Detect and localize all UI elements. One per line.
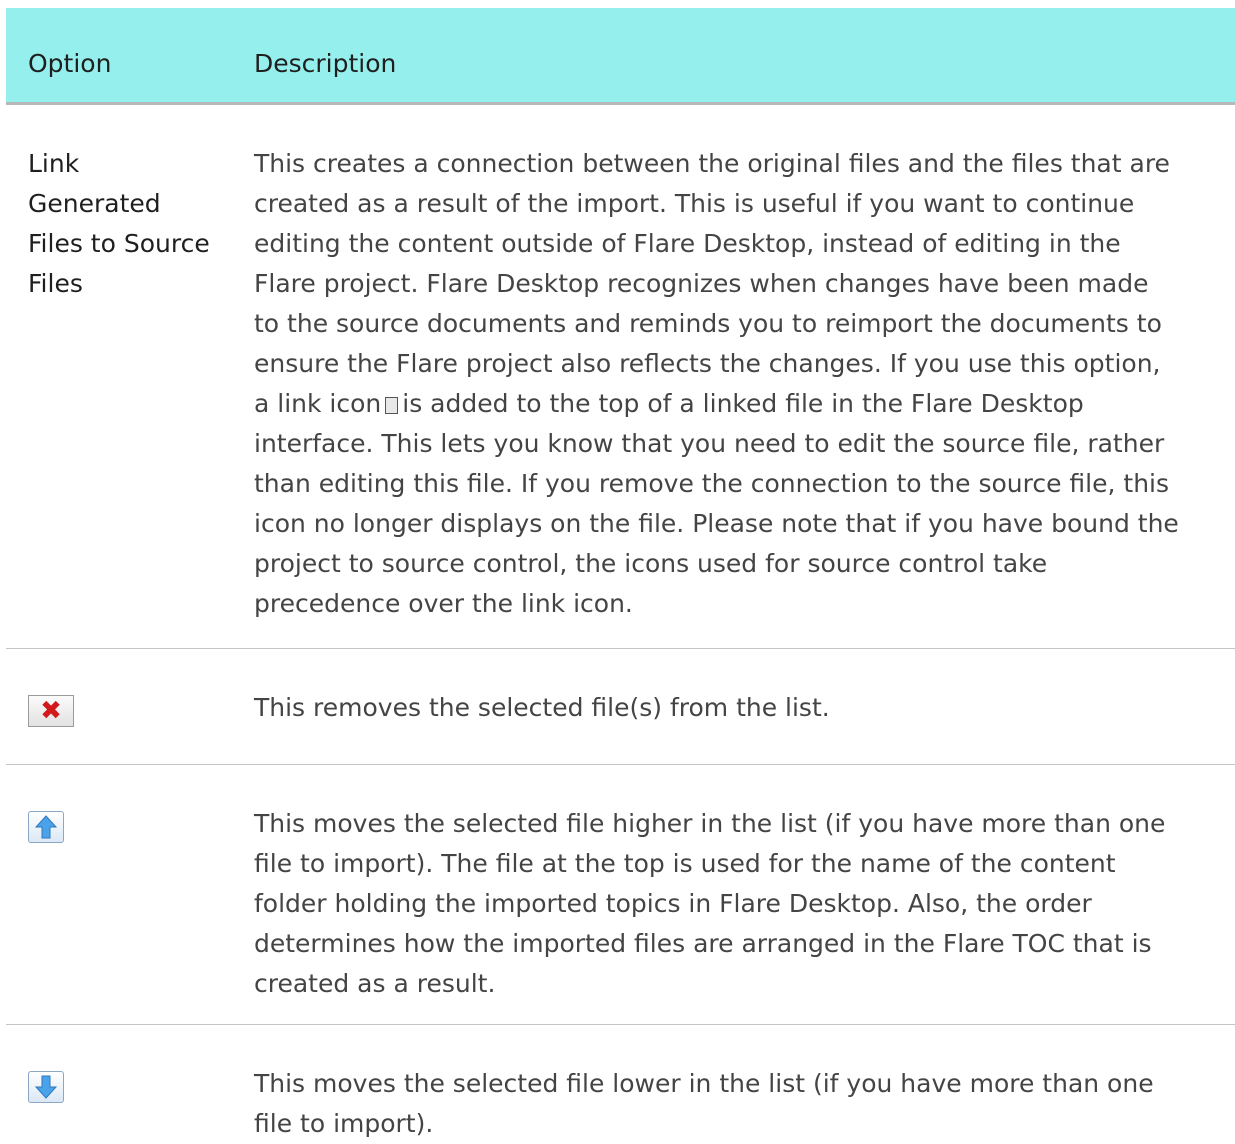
description-line: created as a result of the import. This … [254, 189, 1135, 218]
link-prefix: a link icon [254, 389, 382, 418]
link-suffix: is added to the top of a linked file in … [402, 389, 1084, 418]
description-line: to the source documents and reminds you … [254, 309, 1162, 338]
description-line: folder holding the imported topics in Fl… [254, 889, 1092, 918]
description-line: icon no longer displays on the file. Ple… [254, 509, 1179, 538]
description-line: file to import). The file at the top is … [254, 849, 1116, 878]
move-up-button[interactable] [28, 811, 64, 843]
description-line: project to source control, the icons use… [254, 549, 1048, 578]
table-row: ✖ This removes the selected file(s) from… [6, 649, 1235, 765]
link-icon [385, 397, 399, 414]
table-row: This moves the selected file higher in t… [6, 765, 1235, 1025]
option-label: Link Generated Files to Source Files [28, 149, 210, 298]
description-line: This moves the selected file higher in t… [254, 809, 1166, 838]
move-down-button[interactable] [28, 1071, 64, 1103]
header-option: Option [28, 49, 112, 78]
description-line: editing the content outside of Flare Des… [254, 229, 1121, 258]
description-line: Flare project. Flare Desktop recognizes … [254, 269, 1149, 298]
description-cell: This moves the selected file higher in t… [254, 804, 1229, 1004]
description-line: created as a result. [254, 969, 496, 998]
table-row: This moves the selected file lower in th… [6, 1025, 1235, 1139]
description-line: This creates a connection between the or… [254, 149, 1170, 178]
description-line: a link icon is added to the top of a link… [254, 384, 1229, 424]
description-cell: This moves the selected file lower in th… [254, 1064, 1229, 1144]
description-cell: This creates a connection between the or… [254, 144, 1229, 624]
description-line: than editing this file. If you remove th… [254, 469, 1170, 498]
description-cell: This removes the selected file(s) from t… [254, 688, 1229, 728]
description-line: determines how the imported files are ar… [254, 929, 1152, 958]
header-description: Description [254, 49, 397, 78]
description-line: This moves the selected file lower in th… [254, 1069, 1154, 1098]
description-line: This removes the selected file(s) from t… [254, 693, 830, 722]
options-table: Option Description Link Generated Files … [6, 8, 1235, 1139]
delete-x-icon: ✖ [40, 696, 62, 726]
delete-button[interactable]: ✖ [28, 695, 74, 727]
arrow-up-icon [35, 815, 57, 839]
arrow-down-icon [35, 1075, 57, 1099]
description-line: ensure the Flare project also reflects t… [254, 349, 1161, 378]
table-header: Option Description [6, 8, 1235, 105]
description-line: file to import). [254, 1109, 434, 1138]
description-line: precedence over the link icon. [254, 589, 633, 618]
table-row: Link Generated Files to Source Files Thi… [6, 105, 1235, 649]
description-line: interface. This lets you know that you n… [254, 429, 1165, 458]
